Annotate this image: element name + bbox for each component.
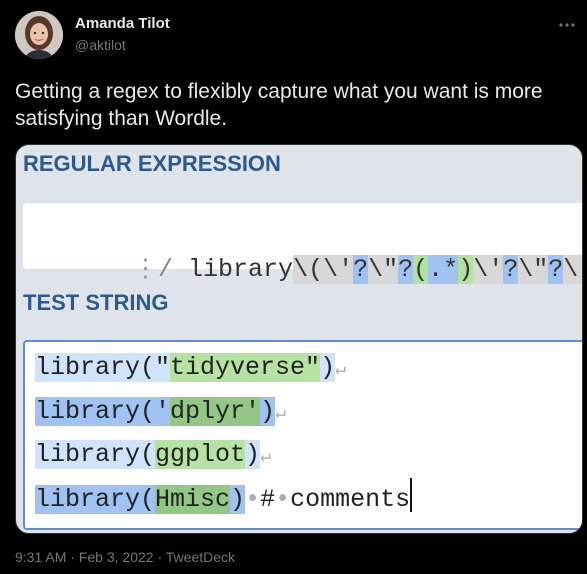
test-string-line: library(Hmisc)•#•comments: [35, 478, 413, 520]
regex-tokens: library\(\'?\"?(.*)\'?\"?\): [188, 255, 582, 284]
regex-token-q: ?: [548, 255, 564, 284]
tweet-source[interactable]: TweetDeck: [166, 549, 235, 565]
match-highlight: ): [245, 440, 261, 469]
test-string-text: comments: [290, 485, 411, 514]
regex-token-esc: \(: [293, 255, 324, 284]
meta-separator: ·: [66, 549, 79, 565]
tweet-text: Getting a regex to flexibly capture what…: [15, 80, 543, 130]
tweet-date[interactable]: Feb 3, 2022: [79, 549, 154, 565]
regex-delimiter: /: [158, 255, 174, 284]
match-highlight: library(": [35, 353, 171, 382]
author-handle[interactable]: @aktilot: [75, 37, 126, 53]
capture-group-highlight: ggplot: [155, 440, 246, 469]
line-break-icon: ↵: [260, 447, 271, 467]
media-image[interactable]: REGULAR EXPRESSION ⋮/ library\(\'?\"?(.*…: [15, 144, 583, 534]
capture-group-highlight: tidyverse": [170, 353, 321, 382]
capture-group-highlight: Hmisc: [155, 485, 231, 514]
whitespace-marker: •: [245, 485, 261, 514]
regex-heading: REGULAR EXPRESSION: [23, 151, 281, 176]
regex-token-dot: .*: [428, 255, 459, 284]
regex-token-q: ?: [503, 255, 519, 284]
test-string-line: library("tidyverse")↵: [35, 348, 346, 390]
text-cursor: [410, 478, 413, 512]
tweet-time[interactable]: 9:31 AM: [15, 549, 66, 565]
whitespace-marker: •: [275, 485, 291, 514]
avatar-photo-icon: [15, 11, 63, 59]
capture-group-highlight: dplyr': [170, 397, 261, 426]
regex-token-esc: \): [563, 255, 582, 284]
test-string-text: #: [260, 485, 276, 514]
avatar[interactable]: [15, 11, 63, 59]
test-string-line: library(ggplot)↵: [35, 435, 271, 477]
regex-token-q: ?: [353, 255, 369, 284]
regex-token-plain: library: [188, 255, 294, 284]
match-highlight: library(': [35, 397, 171, 426]
regex-token-esc: \": [368, 255, 399, 284]
regex-token-grp: (: [413, 255, 429, 284]
line-break-icon: ↵: [335, 360, 346, 380]
regex-flags-icon: ⋮: [133, 255, 159, 284]
test-string-heading: TEST STRING: [23, 290, 169, 315]
match-highlight: ): [230, 485, 246, 514]
line-break-icon: ↵: [275, 404, 286, 424]
regex-token-esc: \': [323, 255, 354, 284]
match-highlight: ): [320, 353, 336, 382]
match-highlight: library(: [35, 485, 156, 514]
test-string-line: library('dplyr')↵: [35, 392, 286, 434]
more-horizontal-icon: [559, 23, 575, 27]
meta-separator: ·: [153, 549, 166, 565]
author-name[interactable]: Amanda Tilot: [75, 15, 170, 32]
regex-token-esc: \': [473, 255, 504, 284]
regex-token-q: ?: [398, 255, 414, 284]
regex-token-grp: ): [458, 255, 474, 284]
match-highlight: ): [260, 397, 276, 426]
test-string-box: library("tidyverse")↵ library('dplyr')↵ li…: [23, 340, 582, 530]
more-button[interactable]: [556, 16, 578, 34]
tweet-metadata: 9:31 AM · Feb 3, 2022 · TweetDeck: [15, 549, 235, 565]
regex-input-box: ⋮/ library\(\'?\"?(.*)\'?\"?\): [23, 203, 582, 284]
match-highlight: library(: [35, 440, 156, 469]
regex-token-esc: \": [518, 255, 549, 284]
